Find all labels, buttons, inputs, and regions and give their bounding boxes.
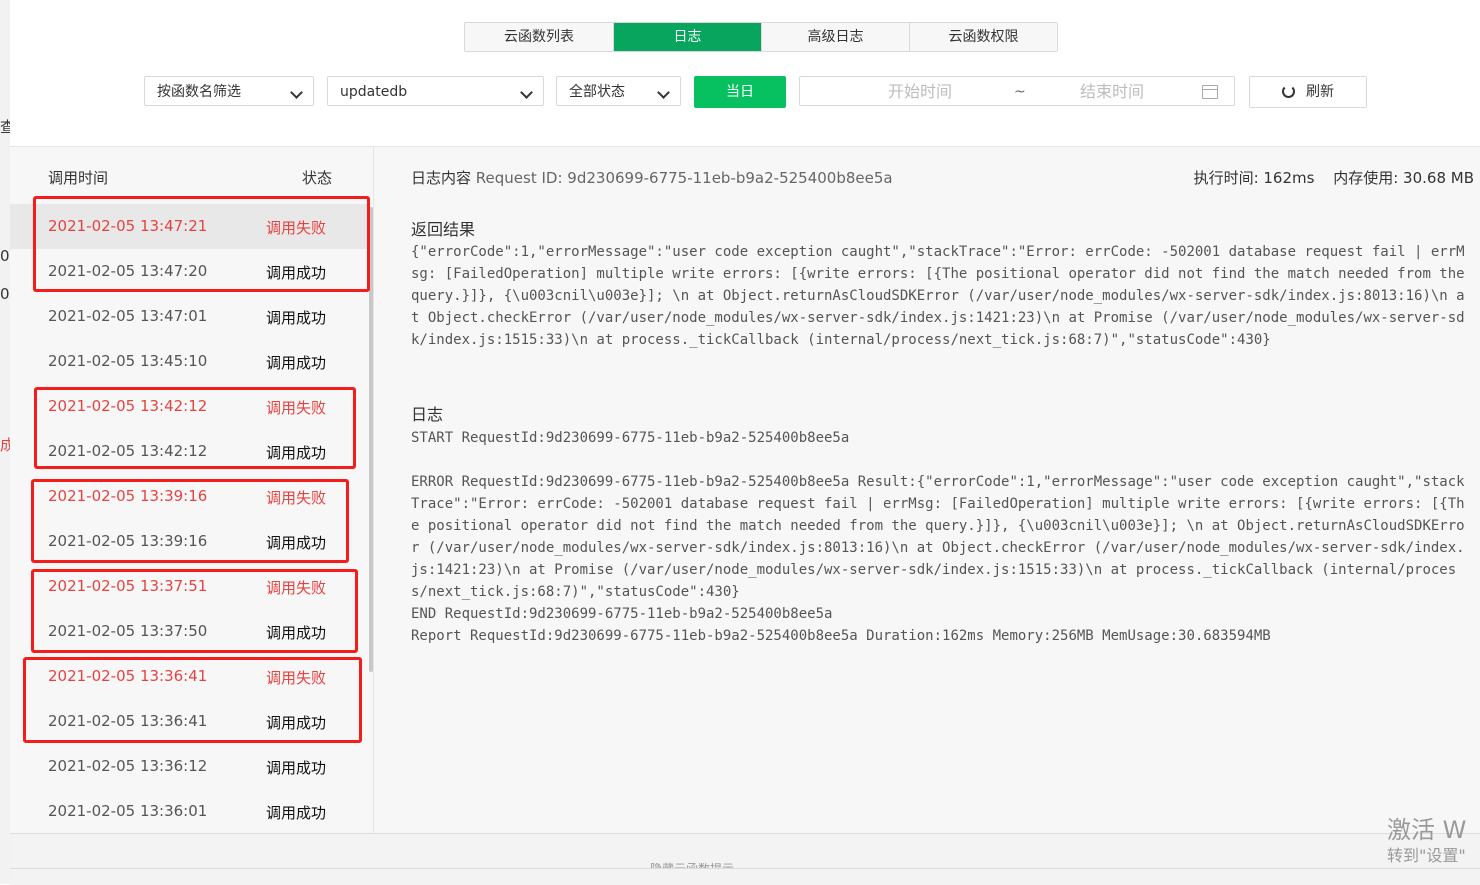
result-section-title: 返回结果 bbox=[411, 220, 476, 239]
row-status: 调用失败 bbox=[266, 579, 327, 597]
row-status: 调用成功 bbox=[266, 804, 327, 822]
table-row[interactable]: 2021-02-05 13:36:12 调用成功 bbox=[10, 744, 370, 789]
invocation-list[interactable]: 调用时间 状态 2021-02-05 13:47:21 调用失败 2021-02… bbox=[10, 147, 374, 833]
tab-bar: 云函数列表 日志 高级日志 云函数权限 bbox=[464, 22, 1058, 52]
row-time: 2021-02-05 13:36:01 bbox=[48, 802, 208, 820]
row-status: 调用成功 bbox=[266, 264, 327, 282]
end-time-input[interactable]: 结束时间 bbox=[1080, 77, 1144, 107]
log-content-title: 日志内容 bbox=[411, 169, 472, 187]
chevron-down-icon bbox=[520, 86, 533, 99]
row-status: 调用成功 bbox=[266, 354, 327, 372]
table-row[interactable]: 2021-02-05 13:39:16 调用成功 bbox=[10, 519, 370, 564]
filter-mode-value: 按函数名筛选 bbox=[157, 84, 241, 100]
result-text: {"errorCode":1,"errorMessage":"user code… bbox=[411, 244, 1465, 348]
row-time: 2021-02-05 13:47:01 bbox=[48, 307, 208, 325]
row-status: 调用成功 bbox=[266, 624, 327, 642]
execution-meta: 执行时间: 162ms 内存使用: 30.68 MB bbox=[1194, 167, 1474, 188]
calendar-icon[interactable] bbox=[1202, 85, 1218, 99]
log-content-header: 日志内容 Request ID: 9d230699-6775-11eb-b9a2… bbox=[411, 167, 893, 188]
row-time: 2021-02-05 13:39:16 bbox=[48, 532, 208, 550]
table-row[interactable]: 2021-02-05 13:42:12 调用成功 bbox=[10, 429, 370, 474]
list-scrollbar[interactable] bbox=[369, 207, 373, 672]
chevron-down-icon bbox=[290, 86, 303, 99]
footer-bar: 隐藏云函数提示 bbox=[10, 833, 1480, 885]
start-time-input[interactable]: 开始时间 bbox=[888, 77, 952, 107]
footer-divider bbox=[10, 868, 1480, 869]
row-status: 调用失败 bbox=[266, 399, 327, 417]
function-name-select[interactable]: updatedb bbox=[327, 76, 544, 106]
status-select[interactable]: 全部状态 bbox=[556, 76, 681, 106]
log-start-line: START RequestId:9d230699-6775-11eb-b9a2-… bbox=[411, 430, 850, 446]
log-detail-panel: 日志内容 Request ID: 9d230699-6775-11eb-b9a2… bbox=[374, 147, 1480, 833]
row-status: 调用失败 bbox=[266, 489, 327, 507]
log-main-area: 调用时间 状态 2021-02-05 13:47:21 调用失败 2021-02… bbox=[10, 146, 1480, 833]
row-time: 2021-02-05 13:36:41 bbox=[48, 667, 208, 685]
chevron-down-icon bbox=[657, 86, 670, 99]
filter-mode-select[interactable]: 按函数名筛选 bbox=[144, 76, 314, 106]
row-status: 调用成功 bbox=[266, 759, 327, 777]
row-time: 2021-02-05 13:47:21 bbox=[48, 217, 208, 235]
table-row[interactable]: 2021-02-05 13:42:12 调用失败 bbox=[10, 384, 370, 429]
table-row[interactable]: 2021-02-05 13:47:01 调用成功 bbox=[10, 294, 370, 339]
refresh-icon bbox=[1282, 85, 1295, 98]
tab-advanced-logs[interactable]: 高级日志 bbox=[761, 23, 909, 51]
date-range-picker[interactable]: 开始时间 ~ 结束时间 bbox=[799, 76, 1235, 106]
log-end-line: END RequestId:9d230699-6775-11eb-b9a2-52… bbox=[411, 606, 833, 622]
row-time: 2021-02-05 13:36:12 bbox=[48, 757, 208, 775]
status-value: 全部状态 bbox=[569, 84, 625, 100]
row-time: 2021-02-05 13:37:50 bbox=[48, 622, 208, 640]
watermark-line-1: 激活 W bbox=[1387, 816, 1467, 844]
request-id: Request ID: 9d230699-6775-11eb-b9a2-5254… bbox=[475, 169, 893, 187]
row-status: 调用成功 bbox=[266, 444, 327, 462]
row-time: 2021-02-05 13:42:12 bbox=[48, 397, 208, 415]
row-time: 2021-02-05 13:42:12 bbox=[48, 442, 208, 460]
log-section-title: 日志 bbox=[411, 405, 444, 424]
row-time: 2021-02-05 13:39:16 bbox=[48, 487, 208, 505]
log-error-line: ERROR RequestId:9d230699-6775-11eb-b9a2-… bbox=[411, 474, 1465, 600]
function-name-value: updatedb bbox=[340, 84, 408, 100]
table-row[interactable]: 2021-02-05 13:45:10 调用成功 bbox=[10, 339, 370, 384]
header-invoke-time: 调用时间 bbox=[48, 169, 109, 187]
log-report-line: Report RequestId:9d230699-6775-11eb-b9a2… bbox=[411, 628, 1271, 644]
row-time: 2021-02-05 13:37:51 bbox=[48, 577, 208, 595]
range-separator: ~ bbox=[1014, 84, 1026, 100]
table-row[interactable]: 2021-02-05 13:37:51 调用失败 bbox=[10, 564, 370, 609]
table-row[interactable]: 2021-02-05 13:36:01 调用成功 bbox=[10, 789, 370, 833]
row-status: 调用成功 bbox=[266, 534, 327, 552]
row-time: 2021-02-05 13:36:41 bbox=[48, 712, 208, 730]
exec-time: 执行时间: 162ms bbox=[1193, 169, 1315, 187]
memory-usage: 内存使用: 30.68 MB bbox=[1333, 169, 1474, 187]
cloud-function-log-panel: 云函数列表 日志 高级日志 云函数权限 按函数名筛选 updatedb 全部状态… bbox=[10, 0, 1480, 885]
today-button[interactable]: 当日 bbox=[694, 76, 786, 108]
strip-char-3: 0 bbox=[0, 285, 10, 303]
table-row[interactable]: 2021-02-05 13:36:41 调用成功 bbox=[10, 699, 370, 744]
tab-logs[interactable]: 日志 bbox=[613, 23, 761, 51]
refresh-button[interactable]: 刷新 bbox=[1249, 76, 1367, 108]
tab-function-list[interactable]: 云函数列表 bbox=[465, 23, 613, 51]
row-time: 2021-02-05 13:47:20 bbox=[48, 262, 208, 280]
header-status: 状态 bbox=[302, 169, 333, 187]
table-row[interactable]: 2021-02-05 13:39:16 调用失败 bbox=[10, 474, 370, 519]
list-header: 调用时间 状态 bbox=[10, 147, 373, 204]
strip-char-2: 0 bbox=[0, 247, 10, 265]
tab-function-permissions[interactable]: 云函数权限 bbox=[909, 23, 1057, 51]
row-status: 调用成功 bbox=[266, 309, 327, 327]
refresh-label: 刷新 bbox=[1306, 84, 1334, 100]
row-status: 调用失败 bbox=[266, 219, 327, 237]
row-time: 2021-02-05 13:45:10 bbox=[48, 352, 208, 370]
filter-bar: 按函数名筛选 updatedb 全部状态 当日 开始时间 ~ 结束时间 刷新 bbox=[10, 76, 1480, 108]
table-row[interactable]: 2021-02-05 13:36:41 调用失败 bbox=[10, 654, 370, 699]
row-status: 调用失败 bbox=[266, 669, 327, 687]
watermark-line-2: 转到"设置" bbox=[1387, 846, 1466, 865]
table-row[interactable]: 2021-02-05 13:47:20 调用成功 bbox=[10, 249, 370, 294]
table-row[interactable]: 2021-02-05 13:47:21 调用失败 bbox=[10, 204, 370, 249]
row-status: 调用成功 bbox=[266, 714, 327, 732]
table-row[interactable]: 2021-02-05 13:37:50 调用成功 bbox=[10, 609, 370, 654]
